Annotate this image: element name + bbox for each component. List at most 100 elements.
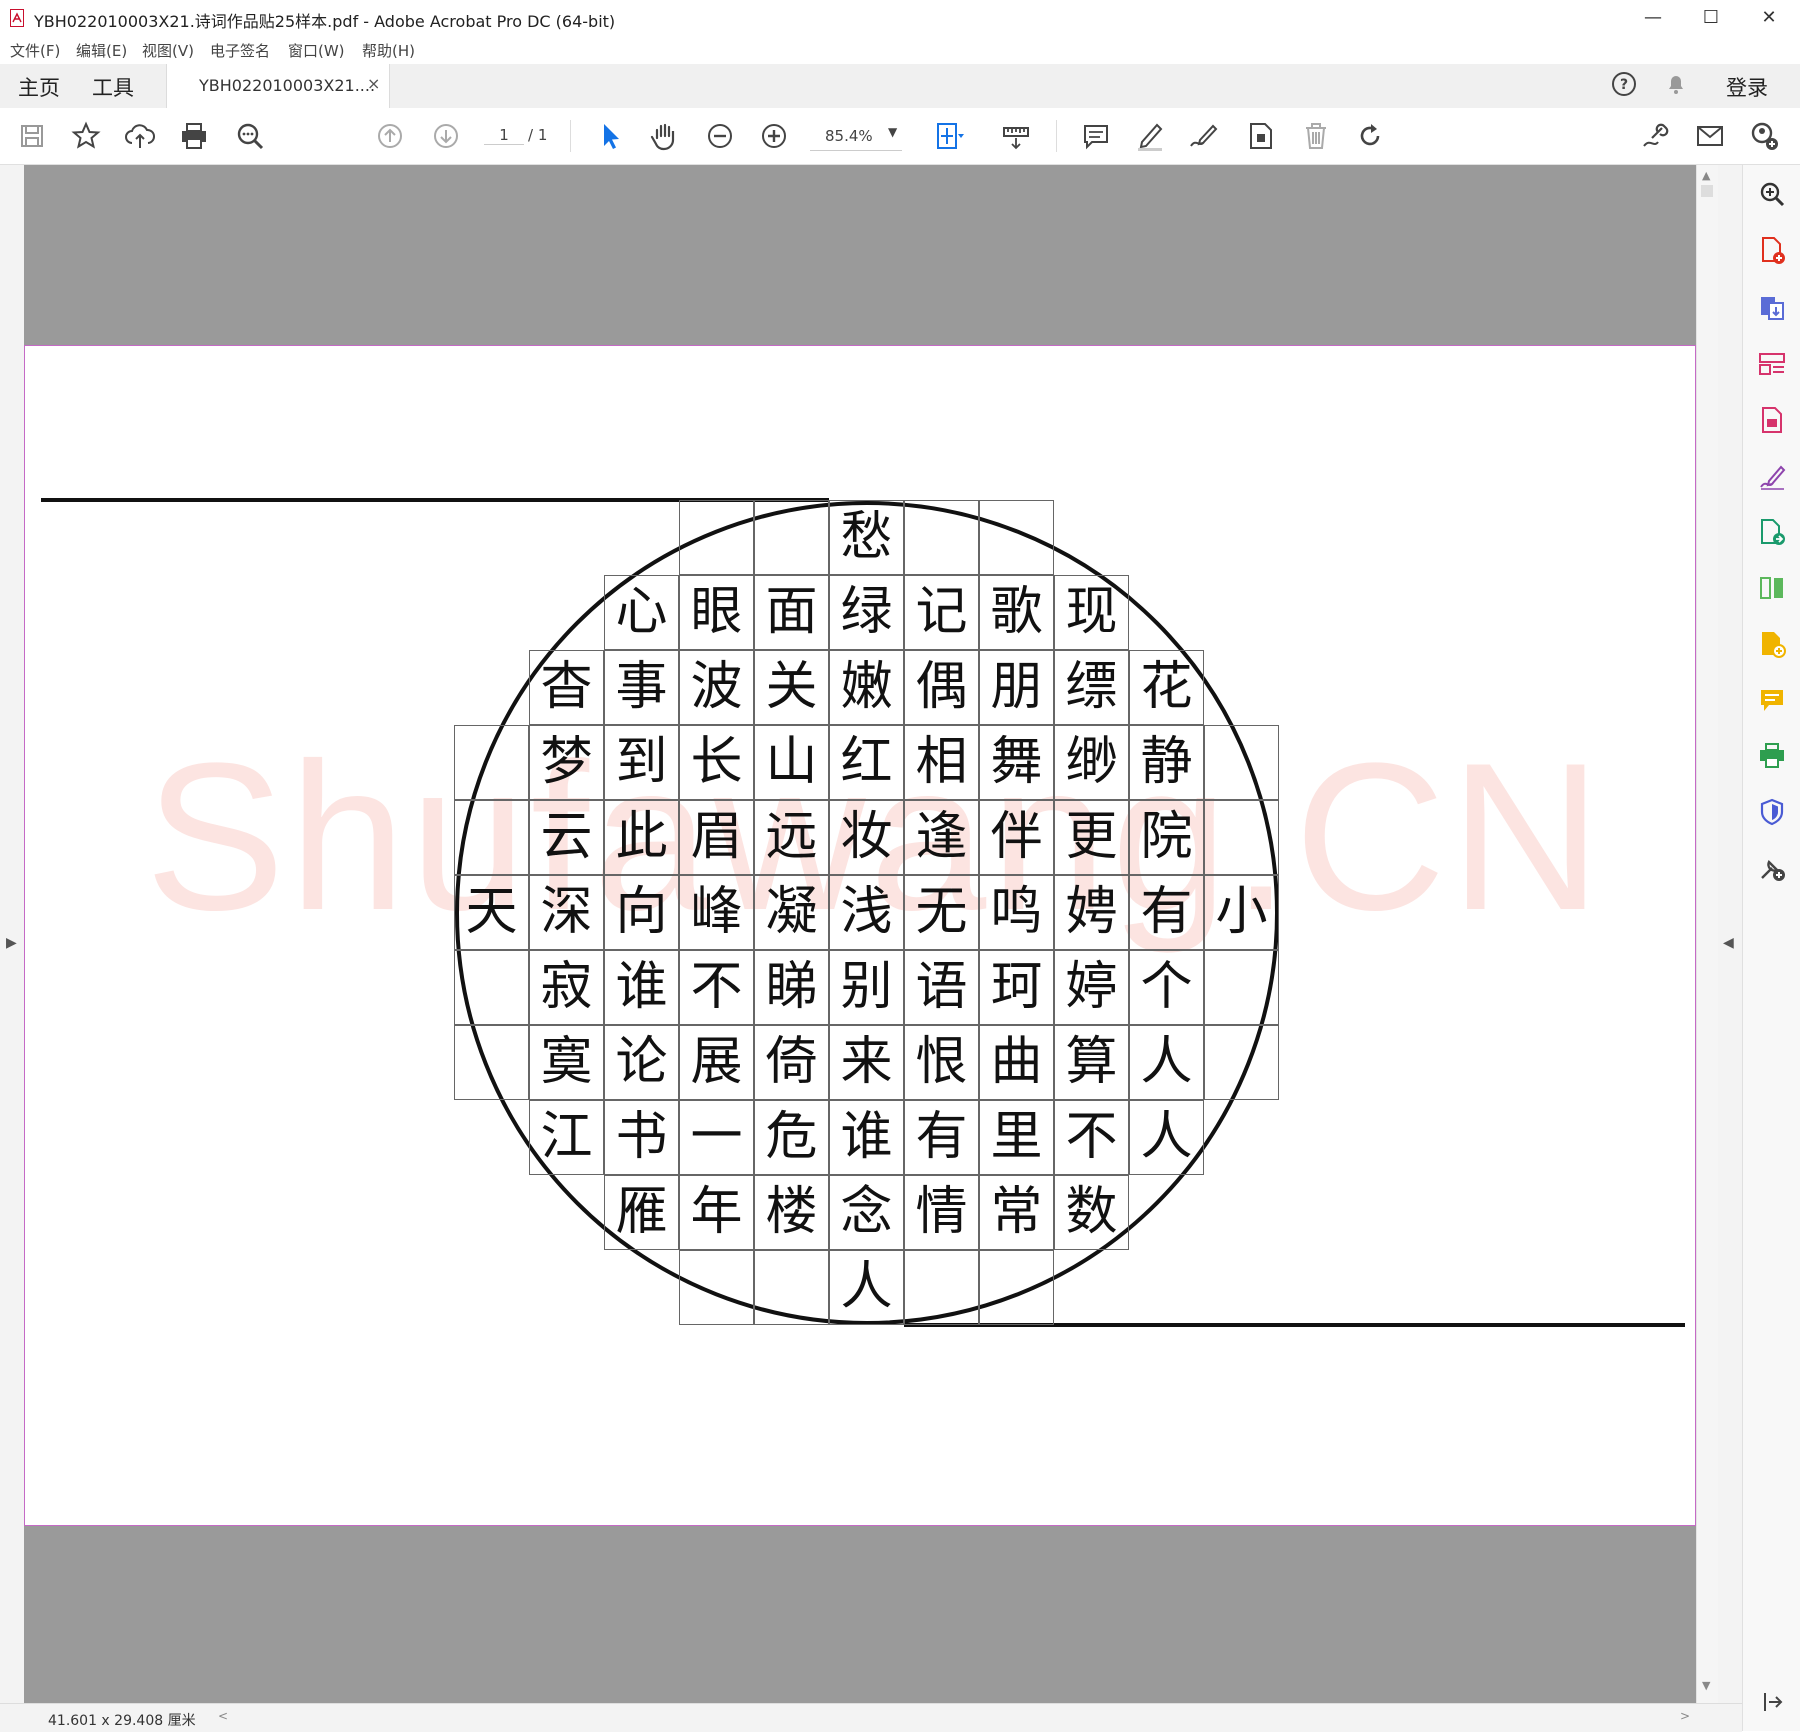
grid-cell: 寞 <box>529 1025 604 1100</box>
zoom-level-select[interactable]: 85.4% ▼ <box>810 122 902 151</box>
grid-cell: 关 <box>754 650 829 725</box>
edit-pdf-icon[interactable] <box>1757 405 1787 435</box>
current-page-input[interactable]: 1 <box>484 126 524 145</box>
draw-sign-icon[interactable] <box>1186 118 1222 154</box>
fill-sign-icon[interactable] <box>1757 461 1787 491</box>
tab-document[interactable]: YBH022010003X21.... × <box>166 64 390 108</box>
grid-cell: 花 <box>1129 650 1204 725</box>
menu-window[interactable]: 窗口(W) <box>288 40 345 61</box>
grid-cell: 娉 <box>1054 875 1129 950</box>
scroll-thumb[interactable] <box>1701 185 1713 197</box>
add-user-icon[interactable] <box>1746 118 1782 154</box>
grid-cell: 杳 <box>529 650 604 725</box>
grid-cell: 嫩 <box>829 650 904 725</box>
scroll-right-arrow-icon[interactable]: > <box>1680 1709 1690 1723</box>
menu-bar: 文件(F) 编辑(E) 视图(V) 电子签名 窗口(W) 帮助(H) <box>0 36 1800 64</box>
grid-cell: 年 <box>679 1175 754 1250</box>
menu-view[interactable]: 视图(V) <box>142 40 194 61</box>
page-number-field[interactable]: 1 / 1 <box>484 122 574 150</box>
grid-cell: 山 <box>754 725 829 800</box>
scroll-left-arrow-icon[interactable]: < <box>218 1709 228 1723</box>
grid-cell: 记 <box>904 575 979 650</box>
zoom-in-icon[interactable] <box>756 118 792 154</box>
grid-cell: 朋 <box>979 650 1054 725</box>
menu-file[interactable]: 文件(F) <box>10 40 60 61</box>
cloud-upload-icon[interactable] <box>122 118 158 154</box>
highlight-pen-icon[interactable] <box>1132 118 1168 154</box>
page-up-icon[interactable] <box>372 118 408 154</box>
hand-icon[interactable] <box>646 118 682 154</box>
minimize-button[interactable]: — <box>1630 4 1676 32</box>
notification-bell-icon[interactable] <box>1662 70 1690 98</box>
grid-cell <box>679 500 754 575</box>
share-link-icon[interactable] <box>1638 118 1674 154</box>
grid-cell: 念 <box>829 1175 904 1250</box>
help-icon[interactable]: ? <box>1610 70 1638 98</box>
page-down-icon[interactable] <box>428 118 464 154</box>
grid-cell: 楼 <box>754 1175 829 1250</box>
maximize-button[interactable]: ☐ <box>1688 4 1734 32</box>
scroll-up-arrow-icon[interactable]: ▲ <box>1702 169 1710 182</box>
zoom-search-icon[interactable] <box>1757 179 1787 209</box>
bookmark-star-icon[interactable] <box>68 118 104 154</box>
expand-left-arrow-icon[interactable]: ▶ <box>6 935 17 951</box>
grid-cell: 雁 <box>604 1175 679 1250</box>
grid-cell: 缥 <box>1054 650 1129 725</box>
grid-cell: 到 <box>604 725 679 800</box>
grid-cell <box>1204 1025 1279 1100</box>
comment-tool-icon[interactable] <box>1757 685 1787 715</box>
send-for-sign-icon[interactable] <box>1757 517 1787 547</box>
grid-cell: 情 <box>904 1175 979 1250</box>
select-arrow-icon[interactable] <box>592 118 628 154</box>
scroll-down-arrow-icon[interactable]: ▼ <box>1702 1679 1710 1692</box>
grid-cell: 人 <box>1129 1100 1204 1175</box>
grid-cell: 心 <box>604 575 679 650</box>
vertical-scrollbar[interactable]: ▲ ▼ <box>1696 165 1719 1703</box>
fit-page-icon[interactable] <box>930 118 966 154</box>
left-panel-toggle[interactable]: ▶ <box>0 165 24 1703</box>
grid-cell <box>1204 800 1279 875</box>
export-pdf-icon[interactable] <box>1757 293 1787 323</box>
grid-cell: 伴 <box>979 800 1054 875</box>
menu-edit[interactable]: 编辑(E) <box>76 40 127 61</box>
tab-home[interactable]: 主页 <box>18 72 60 102</box>
email-icon[interactable] <box>1692 118 1728 154</box>
title-bar: YBH022010003X21.诗词作品贴25样本.pdf - Adobe Ac… <box>0 0 1800 37</box>
stamp-icon[interactable] <box>1242 118 1278 154</box>
grid-cell: 向 <box>604 875 679 950</box>
close-window-button[interactable]: ✕ <box>1746 4 1792 32</box>
collapse-panel-icon[interactable] <box>1757 1687 1787 1717</box>
delete-icon[interactable] <box>1298 118 1334 154</box>
grid-cell: 一 <box>679 1100 754 1175</box>
collapse-right-arrow-icon[interactable]: ◀ <box>1723 935 1734 951</box>
compare-icon[interactable] <box>1757 573 1787 603</box>
search-zoom-icon[interactable] <box>232 118 268 154</box>
grid-cell <box>904 1250 979 1325</box>
signin-link[interactable]: 登录 <box>1726 72 1768 102</box>
tab-bar: 主页 工具 YBH022010003X21.... × ? 登录 <box>0 64 1800 109</box>
grid-cell: 小 <box>1204 875 1279 950</box>
right-panel-toggle[interactable]: ◀ <box>1718 165 1742 1703</box>
protect-icon[interactable] <box>1757 797 1787 827</box>
close-tab-button[interactable]: × <box>367 74 380 93</box>
grid-cell: 云 <box>529 800 604 875</box>
save-icon[interactable] <box>14 118 50 154</box>
measure-icon[interactable] <box>998 118 1034 154</box>
menu-esign[interactable]: 电子签名 <box>210 40 270 61</box>
more-tools-icon[interactable] <box>1757 853 1787 883</box>
scan-icon[interactable] <box>1757 629 1787 659</box>
create-pdf-icon[interactable] <box>1757 235 1787 265</box>
grid-cell: 人 <box>829 1250 904 1325</box>
grid-cell <box>454 725 529 800</box>
tab-tools[interactable]: 工具 <box>92 72 134 102</box>
grid-cell: 珂 <box>979 950 1054 1025</box>
comment-icon[interactable] <box>1078 118 1114 154</box>
zoom-out-icon[interactable] <box>702 118 738 154</box>
print-icon[interactable] <box>176 118 212 154</box>
grid-cell: 婷 <box>1054 950 1129 1025</box>
menu-help[interactable]: 帮助(H) <box>362 40 415 61</box>
grid-cell: 个 <box>1129 950 1204 1025</box>
organize-pages-icon[interactable] <box>1757 349 1787 379</box>
print-production-icon[interactable] <box>1757 741 1787 771</box>
rotate-icon[interactable] <box>1352 118 1388 154</box>
